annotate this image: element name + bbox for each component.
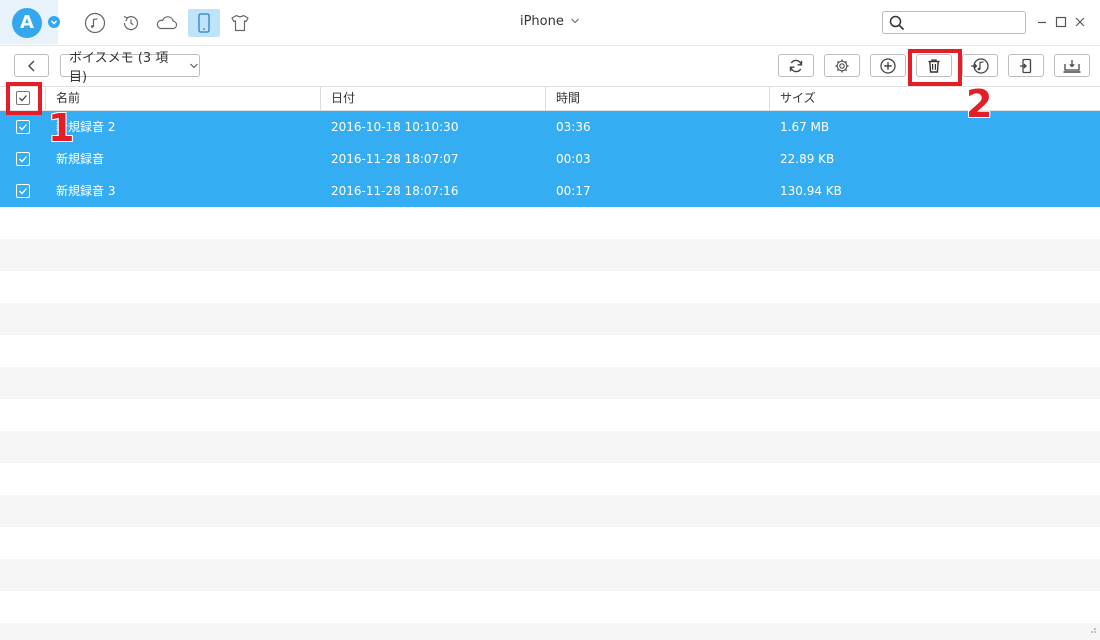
settings-button[interactable] [824, 54, 860, 77]
column-divider [45, 87, 46, 110]
search-icon [889, 15, 905, 31]
cell-size: 1.67 MB [780, 120, 830, 134]
empty-row [0, 431, 1100, 463]
empty-row [0, 559, 1100, 591]
row-checkbox[interactable] [16, 184, 30, 198]
category-label: ボイスメモ (3 項目) [69, 50, 169, 85]
column-divider [545, 87, 546, 110]
column-header-size[interactable]: サイズ [780, 87, 816, 110]
empty-row [0, 271, 1100, 303]
to-pc-icon [1020, 58, 1032, 73]
search-box[interactable] [882, 11, 1026, 34]
back-button[interactable] [14, 54, 49, 77]
search-input[interactable] [907, 14, 1021, 31]
minimize-icon[interactable] [1034, 14, 1050, 30]
to-itunes-button[interactable] [962, 54, 998, 77]
chevron-down-icon [190, 63, 198, 68]
music-note-icon[interactable] [82, 10, 108, 36]
cell-date: 2016-10-18 10:10:30 [331, 120, 459, 134]
close-icon[interactable] [1072, 14, 1088, 30]
resize-grip-icon[interactable] [1087, 623, 1097, 637]
cell-size: 130.94 KB [780, 184, 842, 198]
phone-icon[interactable] [188, 9, 220, 37]
cloud-icon[interactable] [154, 10, 180, 36]
step-number-2: 2 [966, 82, 993, 126]
row-checkbox[interactable] [16, 152, 30, 166]
table-row[interactable]: 新規録音 2 2016-10-18 10:10:30 03:36 1.67 MB [0, 111, 1100, 143]
check-icon [19, 156, 27, 163]
table-row[interactable]: 新規録音 3 2016-11-28 18:07:16 00:17 130.94 … [0, 175, 1100, 207]
device-selector[interactable]: iPhone [500, 14, 600, 29]
cell-duration: 03:36 [556, 120, 591, 134]
history-icon[interactable] [118, 10, 144, 36]
empty-row [0, 303, 1100, 335]
cell-name: 新規録音 3 [56, 184, 116, 198]
cell-duration: 00:17 [556, 184, 591, 198]
column-header-duration[interactable]: 時間 [556, 87, 580, 110]
table-row[interactable]: 新規録音 2016-11-28 18:07:07 00:03 22.89 KB [0, 143, 1100, 175]
table-body: 新規録音 2 2016-10-18 10:10:30 03:36 1.67 MB… [0, 111, 1100, 640]
empty-row [0, 239, 1100, 271]
highlight-box-delete [908, 49, 962, 86]
column-divider [769, 87, 770, 110]
table-header: 名前 日付 時間 サイズ [0, 86, 1100, 111]
highlight-box-select-all [6, 82, 42, 115]
category-dropdown[interactable]: ボイスメモ (3 項目) [60, 51, 200, 85]
cell-date: 2016-11-28 18:07:07 [331, 152, 459, 166]
app-logo-icon: A [12, 8, 42, 38]
empty-row [0, 591, 1100, 623]
to-itunes-icon [971, 57, 989, 74]
empty-row [0, 527, 1100, 559]
to-device-icon [1063, 59, 1081, 73]
refresh-button[interactable] [778, 54, 814, 77]
column-divider [320, 87, 321, 110]
chevron-left-icon [27, 60, 34, 71]
empty-row [0, 207, 1100, 239]
empty-row [0, 495, 1100, 527]
to-device-button[interactable] [1054, 54, 1090, 77]
cell-size: 22.89 KB [780, 152, 835, 166]
empty-row [0, 367, 1100, 399]
row-checkbox[interactable] [16, 120, 30, 134]
empty-row [0, 463, 1100, 495]
cell-duration: 00:03 [556, 152, 591, 166]
tshirt-icon[interactable] [227, 10, 253, 36]
empty-row [0, 399, 1100, 431]
to-pc-button[interactable] [1008, 54, 1044, 77]
device-name: iPhone [519, 14, 564, 29]
maximize-icon[interactable] [1053, 14, 1069, 30]
empty-row [0, 623, 1100, 640]
check-icon [19, 124, 27, 131]
app-menu-dropdown-icon[interactable] [48, 16, 60, 28]
refresh-icon [789, 59, 803, 72]
step-number-1: 1 [48, 106, 75, 150]
settings-icon [835, 59, 849, 72]
column-header-date[interactable]: 日付 [331, 87, 355, 110]
add-button[interactable] [870, 54, 906, 77]
add-icon [880, 57, 896, 74]
chevron-down-icon [571, 18, 579, 24]
app-logo[interactable]: A [0, 0, 60, 44]
title-bar: A iPhone [0, 0, 1100, 46]
check-icon [19, 188, 27, 195]
cell-date: 2016-11-28 18:07:16 [331, 184, 459, 198]
empty-row [0, 335, 1100, 367]
